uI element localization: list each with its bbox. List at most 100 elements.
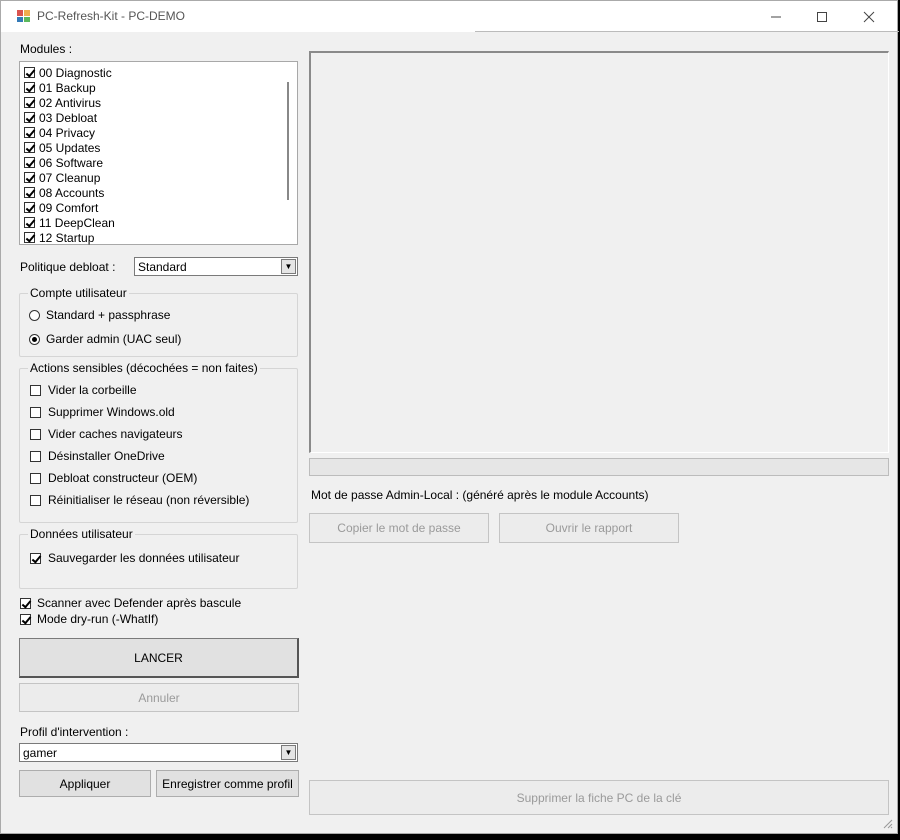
checkbox-label: Debloat constructeur (OEM) [48,471,198,485]
module-checkbox[interactable] [24,82,35,93]
module-checkbox[interactable] [24,232,35,243]
debloat-policy-label: Politique debloat : [20,260,116,274]
checkbox-reset-network[interactable]: Réinitialiser le réseau (non réversible) [30,493,249,507]
module-item[interactable]: 07 Cleanup [24,170,100,185]
modules-list[interactable]: 00 Diagnostic 01 Backup 02 Antivirus 03 … [19,61,298,245]
module-label: 11 DeepClean [39,215,115,230]
module-item[interactable]: 02 Antivirus [24,95,101,110]
minimize-button[interactable] [753,1,799,32]
debloat-policy-select[interactable]: Standard ▼ [134,257,298,276]
module-item[interactable]: 03 Debloat [24,110,97,125]
profile-select[interactable]: gamer ▼ [19,743,298,762]
checkbox[interactable] [30,552,41,564]
module-checkbox[interactable] [24,187,35,198]
checkbox[interactable] [20,597,31,609]
checkbox-label: Sauvegarder les données utilisateur [48,551,240,565]
module-checkbox[interactable] [24,157,35,168]
module-checkbox[interactable] [24,112,35,123]
module-item[interactable]: 04 Privacy [24,125,95,140]
window-title: PC-Refresh-Kit - PC-DEMO [37,9,186,23]
checkbox-label: Mode dry-run (-WhatIf) [37,612,159,626]
checkbox-oem-debloat[interactable]: Debloat constructeur (OEM) [30,471,197,485]
cancel-button[interactable]: Annuler [19,683,299,712]
checkbox-save-user-data[interactable]: Sauvegarder les données utilisateur [30,551,239,565]
checkbox-label: Réinitialiser le réseau (non réversible) [48,493,250,507]
module-checkbox[interactable] [24,172,35,183]
module-item[interactable]: 01 Backup [24,80,96,95]
radio-keep-admin[interactable]: Garder admin (UAC seul) [29,332,181,346]
user-data-group: Données utilisateur Sauvegarder les donn… [19,527,298,589]
checkbox[interactable] [30,428,41,440]
checkbox-label: Scanner avec Defender après bascule [37,596,242,610]
module-item[interactable]: 08 Accounts [24,185,104,200]
profile-label: Profil d'intervention : [20,725,129,739]
module-checkbox[interactable] [24,142,35,153]
modules-scrollbar[interactable] [281,64,295,242]
title-bar: PC-Refresh-Kit - PC-DEMO [1,1,897,32]
profile-value: gamer [23,746,58,760]
checkbox-clear-browser-caches[interactable]: Vider caches navigateurs [30,427,183,441]
chevron-down-icon[interactable]: ▼ [281,259,296,274]
radio-standard-passphrase[interactable]: Standard + passphrase [29,308,170,322]
module-label: 03 Debloat [39,110,98,125]
checkbox-empty-recycle-bin[interactable]: Vider la corbeille [30,383,137,397]
save-profile-button[interactable]: Enregistrer comme profil [156,770,299,797]
close-icon [863,11,875,22]
radio-label: Garder admin (UAC seul) [46,332,182,346]
maximize-button[interactable] [799,1,845,32]
resize-grip-icon[interactable] [881,817,893,829]
open-report-button[interactable]: Ouvrir le rapport [499,513,679,543]
user-account-group: Compte utilisateur Standard + passphrase… [19,286,298,357]
module-item[interactable]: 06 Software [24,155,103,170]
module-label: 09 Comfort [39,200,99,215]
app-icon [17,10,30,22]
checkbox-label: Vider la corbeille [48,383,137,397]
checkbox[interactable] [30,472,41,484]
separator-line [475,31,899,32]
checkbox-delete-windows-old[interactable]: Supprimer Windows.old [30,405,175,419]
chevron-down-icon[interactable]: ▼ [281,745,296,760]
checkbox[interactable] [30,450,41,462]
module-label: 06 Software [39,155,104,170]
checkbox-label: Supprimer Windows.old [48,405,175,419]
module-label: 08 Accounts [39,185,105,200]
checkbox[interactable] [30,406,41,418]
module-checkbox[interactable] [24,217,35,228]
module-label: 04 Privacy [39,125,96,140]
sensitive-actions-title: Actions sensibles (décochées = non faite… [28,361,260,375]
checkbox[interactable] [30,384,41,396]
checkbox-dry-run[interactable]: Mode dry-run (-WhatIf) [20,612,158,626]
module-checkbox[interactable] [24,127,35,138]
log-output-area[interactable] [309,51,889,453]
minimize-icon [771,16,781,17]
delete-pc-sheet-button[interactable]: Supprimer la fiche PC de la clé [309,780,889,815]
module-label: 07 Cleanup [39,170,101,185]
module-item[interactable]: 12 Startup [24,230,94,245]
scrollbar-thumb[interactable] [287,82,289,200]
module-item[interactable]: 11 DeepClean [24,215,115,230]
module-item[interactable]: 00 Diagnostic [24,65,112,80]
module-item[interactable]: 05 Updates [24,140,100,155]
radio-button[interactable] [29,309,40,321]
module-label: 12 Startup [39,230,95,245]
checkbox[interactable] [30,494,41,506]
modules-label: Modules : [20,42,73,56]
apply-profile-button[interactable]: Appliquer [19,770,151,797]
module-label: 05 Updates [39,140,101,155]
radio-button[interactable] [29,333,40,345]
checkbox-defender-scan[interactable]: Scanner avec Defender après bascule [20,596,241,610]
progress-bar [309,458,889,476]
module-label: 02 Antivirus [39,95,102,110]
user-data-title: Données utilisateur [28,527,135,541]
debloat-policy-value: Standard [138,260,187,274]
module-checkbox[interactable] [24,67,35,78]
checkbox-label: Vider caches navigateurs [48,427,183,441]
checkbox-uninstall-onedrive[interactable]: Désinstaller OneDrive [30,449,165,463]
module-checkbox[interactable] [24,97,35,108]
checkbox[interactable] [20,613,31,625]
module-checkbox[interactable] [24,202,35,213]
module-item[interactable]: 09 Comfort [24,200,98,215]
run-button[interactable]: LANCER [19,638,299,678]
copy-password-button[interactable]: Copier le mot de passe [309,513,489,543]
close-button[interactable] [846,1,892,32]
